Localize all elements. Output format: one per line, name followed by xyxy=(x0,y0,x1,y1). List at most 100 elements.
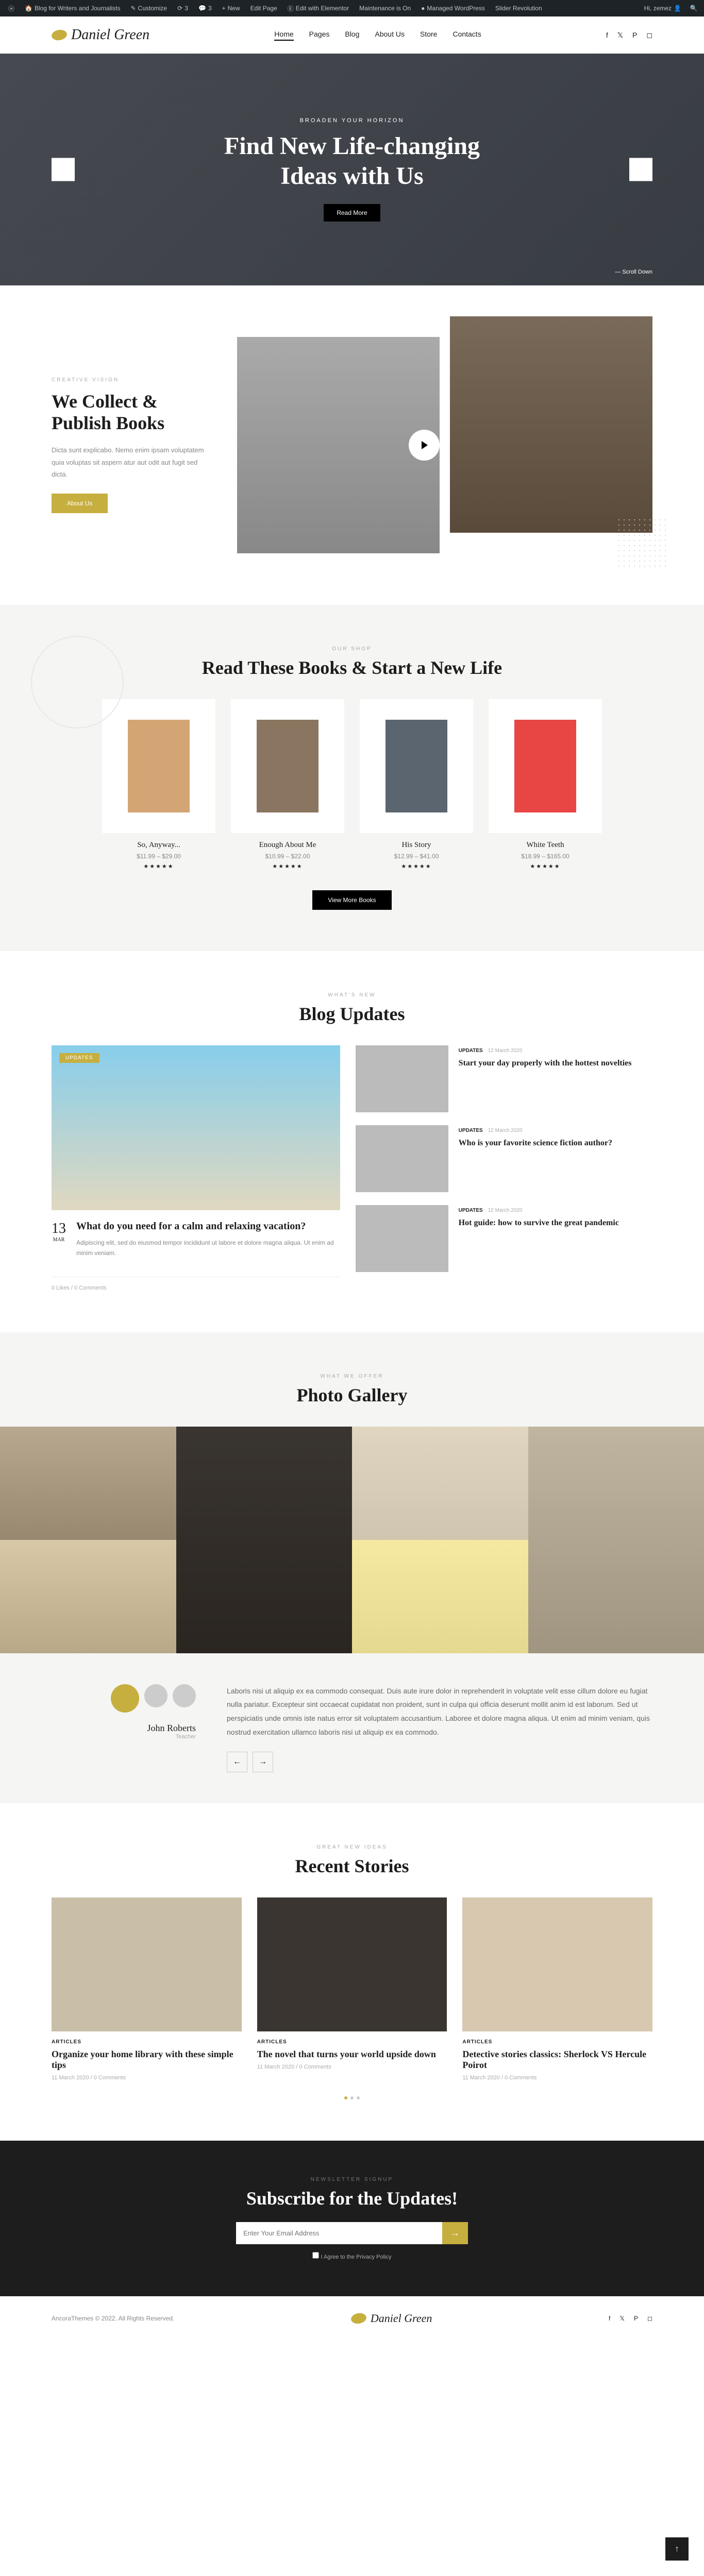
hero-next-button[interactable]: → xyxy=(629,158,652,181)
view-more-books-button[interactable]: View More Books xyxy=(312,890,391,910)
book-cover xyxy=(489,699,602,833)
instagram-icon[interactable]: ◻ xyxy=(647,2315,652,2322)
nav-home[interactable]: Home xyxy=(274,30,293,41)
book-price: $11.99 – $29.00 xyxy=(102,853,215,860)
testimonial-next-button[interactable]: → xyxy=(253,1752,273,1772)
hero-prev-button[interactable]: ← xyxy=(52,158,75,181)
blog-list-item[interactable]: UPDATES12 March 2020 Who is your favorit… xyxy=(356,1125,652,1192)
newsletter-form: → xyxy=(236,2222,468,2244)
footer-logo[interactable]: Daniel Green xyxy=(351,2312,432,2325)
admin-updates[interactable]: ⟳ 3 xyxy=(174,5,191,12)
story-image xyxy=(462,1897,652,2031)
blog-title: Blog Updates xyxy=(52,1003,652,1025)
testimonial-prev-button[interactable]: ← xyxy=(227,1752,247,1772)
gallery-image[interactable] xyxy=(0,1540,176,1653)
story-card[interactable]: ARTICLES Organize your home library with… xyxy=(52,1897,242,2081)
dots-decoration xyxy=(616,517,668,569)
stories-grid: ARTICLES Organize your home library with… xyxy=(52,1897,652,2081)
circle-decoration xyxy=(31,636,124,728)
gallery-image[interactable] xyxy=(528,1427,704,1653)
blog-featured-post[interactable]: UPDATES 13 MAR What do you need for a ca… xyxy=(52,1045,340,1291)
blog-featured-image: UPDATES xyxy=(52,1045,340,1210)
facebook-icon[interactable]: f xyxy=(609,2315,610,2322)
email-input[interactable] xyxy=(236,2222,442,2244)
testimonial-author-name: John Roberts xyxy=(52,1723,196,1734)
blog-list-item[interactable]: UPDATES12 March 2020 Start your day prop… xyxy=(356,1045,652,1112)
admin-edit-page[interactable]: Edit Page xyxy=(247,5,280,12)
blog-item-title: Hot guide: how to survive the great pand… xyxy=(459,1218,619,1228)
video-play-button[interactable] xyxy=(409,430,440,461)
blog-thumbnail xyxy=(356,1205,448,1272)
story-category: ARTICLES xyxy=(52,2039,242,2045)
testimonial-avatar[interactable] xyxy=(173,1684,196,1707)
logo[interactable]: Daniel Green xyxy=(52,27,149,43)
facebook-icon[interactable]: f xyxy=(606,31,608,40)
pagination-dot[interactable] xyxy=(344,2096,347,2099)
admin-maintenance[interactable]: Maintenance is On xyxy=(356,5,414,12)
book-card[interactable]: So, Anyway... $11.99 – $29.00 ★★★★★ xyxy=(102,699,215,870)
admin-slider[interactable]: Slider Revolution xyxy=(492,5,545,12)
gallery-title: Photo Gallery xyxy=(0,1384,704,1406)
nav-store[interactable]: Store xyxy=(420,30,437,41)
admin-managed-wp[interactable]: ● Managed WordPress xyxy=(418,5,488,12)
testimonial-avatar[interactable] xyxy=(111,1684,139,1713)
nav-about[interactable]: About Us xyxy=(375,30,405,41)
twitter-icon[interactable]: 𝕏 xyxy=(617,31,623,40)
instagram-icon[interactable]: ◻ xyxy=(646,31,652,40)
admin-comments[interactable]: 💬 3 xyxy=(195,5,215,12)
book-name: White Teeth xyxy=(489,841,602,850)
logo-mark-icon xyxy=(350,2312,367,2325)
book-name: Enough About Me xyxy=(231,841,344,850)
blog-section: WHAT'S NEW Blog Updates UPDATES 13 MAR W… xyxy=(0,951,704,1332)
book-rating: ★★★★★ xyxy=(489,863,602,870)
blog-date: 12 March 2020 xyxy=(488,1208,523,1213)
story-card[interactable]: ARTICLES The novel that turns your world… xyxy=(257,1897,447,2081)
about-us-button[interactable]: About Us xyxy=(52,494,108,513)
pinterest-icon[interactable]: P xyxy=(634,2315,638,2322)
testimonial-text: Laboris nisi ut aliquip ex ea commodo co… xyxy=(227,1684,652,1739)
newsletter-subtitle: NEWSLETTER SIGNUP xyxy=(52,2177,652,2182)
book-rating: ★★★★★ xyxy=(231,863,344,870)
book-card[interactable]: Enough About Me $10.99 – $22.00 ★★★★★ xyxy=(231,699,344,870)
admin-elementor[interactable]: Ⓔ Edit with Elementor xyxy=(284,4,352,13)
hero-read-more-button[interactable]: Read More xyxy=(324,204,380,222)
pinterest-icon[interactable]: P xyxy=(632,31,637,40)
gallery-image[interactable] xyxy=(176,1427,353,1653)
story-meta: 11 March 2020 / 0 Comments xyxy=(257,2064,447,2070)
newsletter-submit-button[interactable]: → xyxy=(442,2222,468,2244)
admin-new[interactable]: + New xyxy=(219,5,243,12)
gallery-image[interactable] xyxy=(352,1540,528,1653)
pagination-dot[interactable] xyxy=(357,2096,360,2099)
agree-checkbox[interactable] xyxy=(312,2252,319,2259)
testimonial-avatar[interactable] xyxy=(144,1684,167,1707)
admin-search-icon[interactable]: 🔍 xyxy=(689,3,699,13)
nav-pages[interactable]: Pages xyxy=(309,30,330,41)
story-card[interactable]: ARTICLES Detective stories classics: She… xyxy=(462,1897,652,2081)
scroll-down-indicator[interactable]: — Scroll Down xyxy=(615,269,652,275)
blog-list-item[interactable]: UPDATES12 March 2020 Hot guide: how to s… xyxy=(356,1205,652,1272)
pagination-dot[interactable] xyxy=(350,2096,354,2099)
gallery-image[interactable] xyxy=(352,1427,528,1540)
book-card[interactable]: White Teeth $18.99 – $165.00 ★★★★★ xyxy=(489,699,602,870)
book-card[interactable]: His Story $12.99 – $41.00 ★★★★★ xyxy=(360,699,473,870)
admin-site[interactable]: 🏠 Blog for Writers and Journalists xyxy=(22,5,123,12)
nav-contacts[interactable]: Contacts xyxy=(452,30,481,41)
admin-wp-icon[interactable]: ⓦ xyxy=(5,4,18,13)
scroll-to-top-button[interactable]: ↑ xyxy=(665,2537,689,2561)
book-cover xyxy=(102,699,215,833)
twitter-icon[interactable]: 𝕏 xyxy=(619,2315,625,2322)
blog-thumbnail xyxy=(356,1045,448,1112)
gallery-image[interactable] xyxy=(0,1427,176,1540)
main-nav: Home Pages Blog About Us Store Contacts xyxy=(274,30,481,41)
nav-blog[interactable]: Blog xyxy=(345,30,359,41)
hero-title: Find New Life-changing Ideas with Us xyxy=(197,131,507,191)
book-rating: ★★★★★ xyxy=(102,863,215,870)
gallery-section: WHAT WE OFFER Photo Gallery xyxy=(0,1332,704,1653)
shop-title: Read These Books & Start a New Life xyxy=(52,657,652,679)
collect-title: We Collect & Publish Books xyxy=(52,391,206,434)
social-links: f 𝕏 P ◻ xyxy=(606,31,652,40)
blog-side-list: UPDATES12 March 2020 Start your day prop… xyxy=(356,1045,652,1291)
book-cover xyxy=(231,699,344,833)
admin-greeting[interactable]: Hi, zemez 👤 xyxy=(641,5,684,12)
admin-customize[interactable]: ✎ Customize xyxy=(127,5,170,12)
